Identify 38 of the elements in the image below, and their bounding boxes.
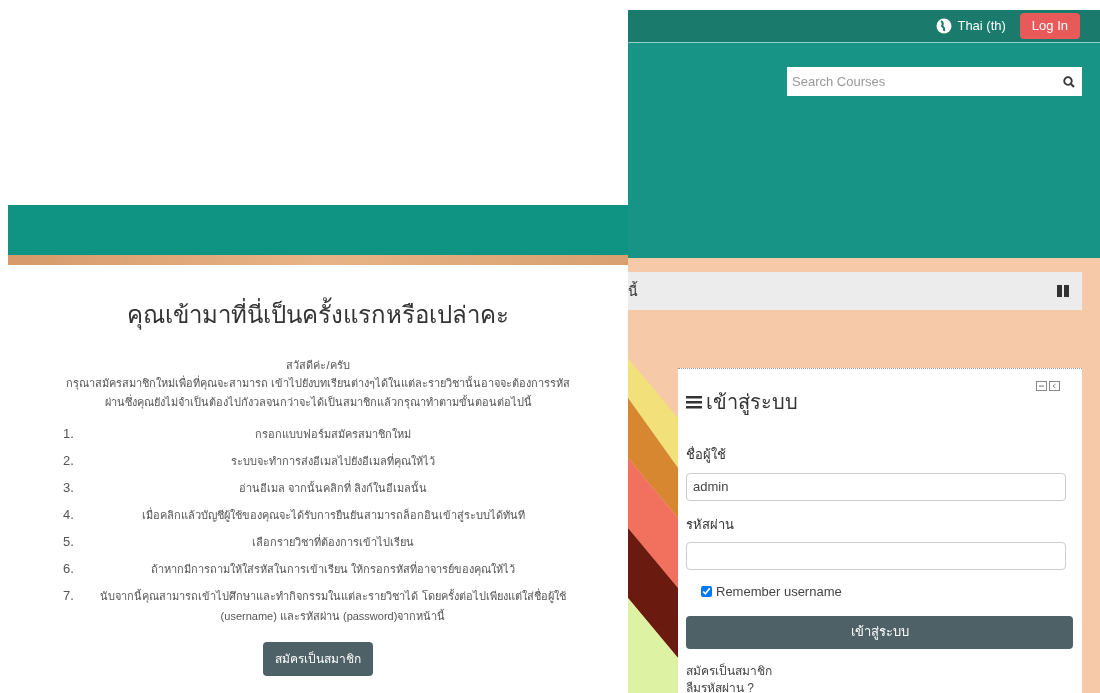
remember-label: Remember username xyxy=(716,583,842,601)
login-button[interactable]: Log In xyxy=(1019,13,1080,39)
step-number: 3. xyxy=(63,478,75,497)
password-field[interactable] xyxy=(686,542,1066,570)
block-title: เข้าสู่ระบบ xyxy=(706,390,798,417)
login-submit-button[interactable]: เข้าสู่ระบบ xyxy=(686,615,1073,649)
step-text: เมื่อคลิกแล้วบัญชีผู้ใช้ของคุณจะได้รับการยืนยันสามารถล็อกอินเข้าสู่ระบบได้ทันที xyxy=(140,506,526,524)
pause-icon[interactable] xyxy=(1056,284,1070,298)
step-text: อ่านอีเมล จากนั้นคลิกที่ ลิงก์ในอีเมลนั้น xyxy=(237,479,429,496)
greeting-text: สวัสดีค่ะ/ครับ xyxy=(286,358,350,373)
step-number: 4. xyxy=(63,505,75,524)
notice-text: นี้ xyxy=(628,280,638,301)
step-text: ระบบจะทำการส่งอีเมลไปยังอีเมลที่คุณให้ไว้ xyxy=(230,452,436,470)
step-text: ถ้าหากมีการถามให้ใส่รหัสในการเข้าเรียน ให้กรอกรหัสที่อาจารย์ของคุณให้ไว้ xyxy=(149,560,517,578)
search-icon[interactable] xyxy=(1063,76,1075,88)
account-link[interactable]: สมัครเป็นสมาชิก xyxy=(686,662,772,680)
step-number: 1. xyxy=(63,424,75,443)
account-link[interactable]: ลืมรหัสผ่าน ? xyxy=(686,679,754,693)
step-text: นับจากนี้คุณสามารถเข้าไปศึกษาและทำกิจกรรมในแต่ละรายวิชาได้ โดยครั้งต่อไปเพียงแต่ใส่ชื่อผู้ใช้ (username) และรหัสผ่าน (password)จากหน้านี้ xyxy=(99,587,567,624)
step-text: เลือกรายวิชาที่ต้องการเข้าไปเรียน xyxy=(251,533,415,550)
username-label: ชื่อผู้ใช้ xyxy=(686,445,727,465)
intro-paragraph: กรุณาสมัครสมาชิกใหม่เพื่อที่คุณจะสามารถ เข้าไปยังบทเรียนต่างๆได้ในแต่ละรายวิชานั้นอาจจะต้องการรหัสผ่านซึ่งคุณยังไม่จำเป็นต้องไปกังวลจนกว่าจะได้เป็นสมาชิกแล้วกรุณาทำตามขั้นตอนต่อไปนี้ xyxy=(64,374,572,411)
page-heading: คุณเข้ามาที่นี่เป็นครั้งแรกหรือเปล่าคะ xyxy=(127,297,509,333)
step-text: กรอกแบบฟอร์มสมัครสมาชิกใหม่ xyxy=(254,426,412,442)
search-field[interactable]: Search Courses xyxy=(787,67,1082,96)
step-number: 6. xyxy=(63,559,75,578)
step-number: 5. xyxy=(63,532,75,551)
dock-icon[interactable] xyxy=(1049,381,1060,391)
menu-icon[interactable] xyxy=(686,395,702,409)
language-menu[interactable]: Thai (th) xyxy=(957,16,1006,36)
step-number: 2. xyxy=(63,451,75,470)
signup-button[interactable]: สมัครเป็นสมาชิก xyxy=(263,641,373,676)
globe-icon xyxy=(936,18,953,34)
username-field[interactable]: admin xyxy=(686,472,1066,501)
step-number: 7. xyxy=(63,586,75,605)
minimize-icon[interactable] xyxy=(1036,381,1047,391)
password-label: รหัสผ่าน xyxy=(686,515,735,534)
remember-checkbox[interactable] xyxy=(701,586,712,598)
